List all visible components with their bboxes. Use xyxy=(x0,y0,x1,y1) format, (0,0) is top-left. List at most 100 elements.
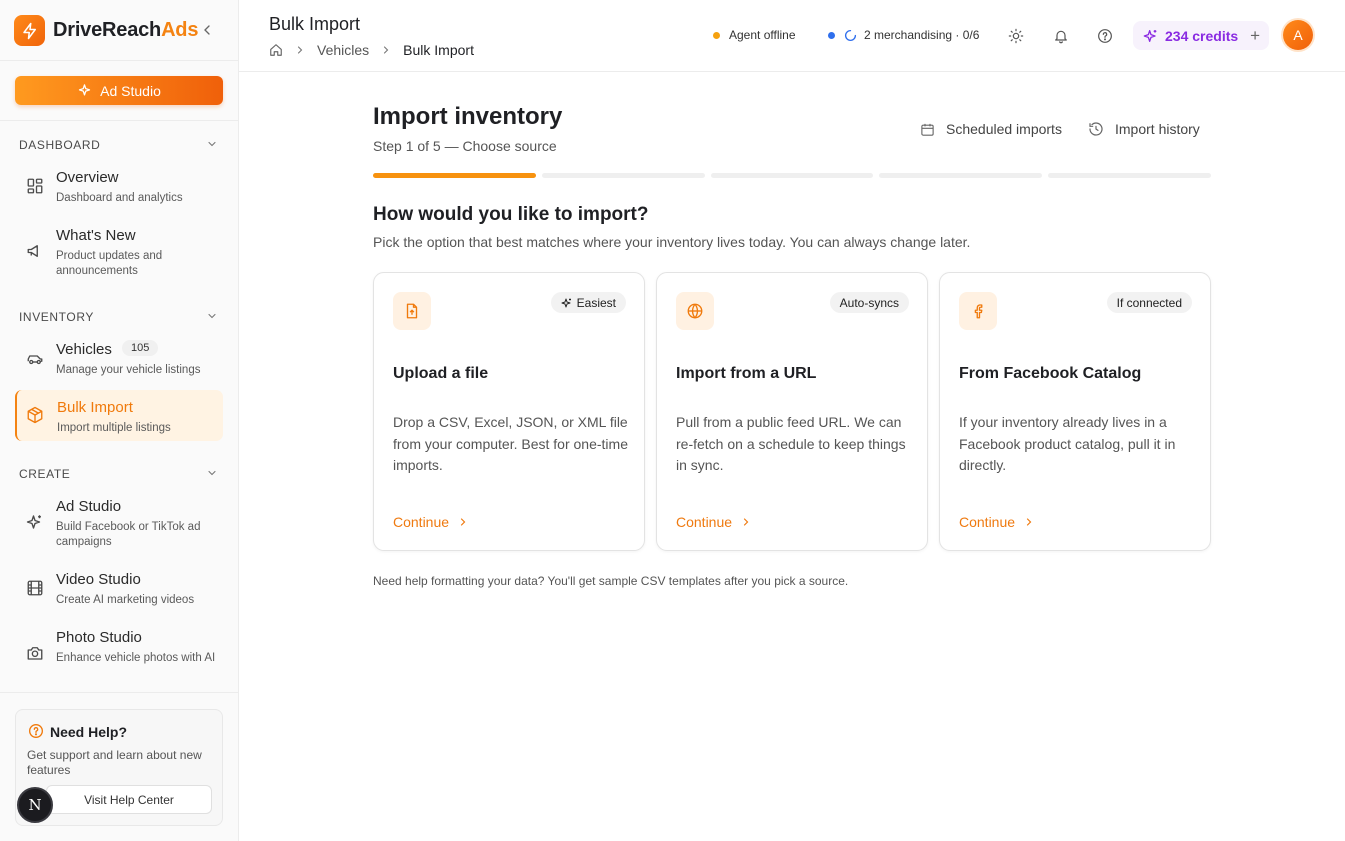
sidebar-item-title: Bulk Import xyxy=(57,399,133,416)
page-title: Bulk Import xyxy=(269,14,361,34)
section-dashboard[interactable]: DASHBOARD xyxy=(19,138,100,152)
card-tag-label: Auto-syncs xyxy=(839,295,899,310)
help-circle-icon xyxy=(28,723,44,739)
sidebar-item-subtitle: Dashboard and analytics xyxy=(56,192,183,204)
camera-icon xyxy=(26,644,44,662)
collapse-sidebar-icon[interactable] xyxy=(199,22,215,38)
continue-button[interactable]: Continue xyxy=(959,514,1035,530)
step-progress-bar xyxy=(373,173,1211,179)
sidebar-item-subtitle: Import multiple listings xyxy=(57,422,171,434)
help-icon[interactable] xyxy=(1097,28,1113,44)
progress-step xyxy=(373,173,536,178)
home-icon[interactable] xyxy=(269,43,283,57)
chevron-down-icon[interactable] xyxy=(206,310,218,322)
spinner-icon xyxy=(844,29,857,41)
merchandising-status[interactable]: 2 merchandising · 0/6 xyxy=(828,28,979,42)
ad-studio-button[interactable]: Ad Studio xyxy=(15,76,223,105)
card-import-url[interactable]: Auto-syncs Import from a URL Pull from a… xyxy=(656,272,928,551)
card-upload-file[interactable]: Easiest Upload a file Drop a CSV, Excel,… xyxy=(373,272,645,551)
sparkle-icon xyxy=(79,84,91,96)
scheduled-imports-link[interactable]: Scheduled imports xyxy=(920,121,1062,137)
sidebar-item-bulk-import[interactable]: Bulk Import Import multiple listings xyxy=(15,390,223,441)
card-facebook-catalog[interactable]: If connected From Facebook Catalog If yo… xyxy=(939,272,1211,551)
sidebar-item-title: Overview xyxy=(56,169,119,186)
sparkle-icon xyxy=(561,298,571,307)
sparkle-icon xyxy=(1143,29,1157,42)
sidebar-item-title: Ad Studio xyxy=(56,498,122,515)
brand-logo-icon xyxy=(14,15,45,46)
sidebar-item-title: Vehicles xyxy=(56,341,112,358)
chevron-right-icon xyxy=(294,44,306,56)
grid-icon xyxy=(26,177,44,195)
breadcrumb-vehicles[interactable]: Vehicles xyxy=(317,42,369,58)
card-description: Drop a CSV, Excel, JSON, or XML file fro… xyxy=(393,414,628,473)
visit-help-center-button[interactable]: Visit Help Center xyxy=(46,785,212,814)
film-icon xyxy=(26,579,44,597)
card-tag: Auto-syncs xyxy=(829,292,909,313)
chevron-right-icon xyxy=(743,518,749,526)
divider xyxy=(0,120,238,121)
help-description: Get support and learn about new features xyxy=(27,748,202,777)
card-description: If your inventory already lives in a Fac… xyxy=(959,414,1176,473)
dev-tools-badge[interactable]: N xyxy=(17,787,53,823)
sidebar-item-overview[interactable]: Overview Dashboard and analytics xyxy=(15,164,223,212)
breadcrumb: Vehicles Bulk Import xyxy=(269,42,474,58)
sidebar: DriveReachAds Ad Studio DASHBOARD Overvi… xyxy=(0,0,239,841)
continue-label: Continue xyxy=(393,514,450,530)
top-header: Bulk Import Vehicles Bulk Import Agent o… xyxy=(239,0,1345,72)
sidebar-item-ad-studio[interactable]: Ad Studio Build Facebook or TikTok ad ca… xyxy=(15,493,223,555)
sidebar-item-whats-new[interactable]: What's New Product updates and announcem… xyxy=(15,222,223,284)
continue-label: Continue xyxy=(676,514,733,530)
credits-label: 234 credits xyxy=(1165,27,1239,44)
sun-icon[interactable] xyxy=(1008,28,1024,44)
chevron-down-icon[interactable] xyxy=(206,467,218,479)
question-heading: How would you like to import? xyxy=(373,204,649,225)
sidebar-item-subtitle: Enhance vehicle photos with AI xyxy=(56,652,216,664)
sidebar-item-title: Video Studio xyxy=(56,571,141,588)
card-title: Import from a URL xyxy=(676,365,817,382)
sidebar-item-vehicles[interactable]: Vehicles 105 Manage your vehicle listing… xyxy=(15,336,223,384)
file-upload-icon xyxy=(393,292,431,330)
package-icon xyxy=(26,406,44,424)
status-dot-icon xyxy=(713,31,720,39)
progress-step xyxy=(541,173,705,178)
footnote: Need help formatting your data? You'll g… xyxy=(373,574,849,588)
progress-step xyxy=(879,173,1043,178)
divider xyxy=(0,60,238,61)
car-icon xyxy=(26,350,44,368)
agent-status[interactable]: Agent offline xyxy=(713,28,796,42)
sidebar-item-video-studio[interactable]: Video Studio Create AI marketing videos xyxy=(15,566,223,614)
calendar-icon xyxy=(921,123,934,136)
card-tag-label: Easiest xyxy=(576,295,616,310)
credits-button[interactable]: 234 credits + xyxy=(1133,21,1269,50)
bell-icon[interactable] xyxy=(1053,28,1069,44)
progress-step xyxy=(710,173,874,178)
continue-button[interactable]: Continue xyxy=(393,514,469,530)
divider xyxy=(0,692,238,693)
status-dot-icon xyxy=(828,31,835,39)
sidebar-item-title: Photo Studio xyxy=(56,629,142,646)
import-title: Import inventory xyxy=(373,103,563,130)
avatar[interactable]: A xyxy=(1283,20,1313,50)
agent-status-label: Agent offline xyxy=(729,28,796,42)
chevron-down-icon[interactable] xyxy=(206,138,218,150)
chevron-right-icon xyxy=(1026,518,1032,526)
card-title: Upload a file xyxy=(393,365,489,382)
brand-name: DriveReachAds xyxy=(53,19,198,42)
section-create[interactable]: CREATE xyxy=(19,467,70,481)
sidebar-item-photo-studio[interactable]: Photo Studio Enhance vehicle photos with… xyxy=(15,624,223,682)
brand-name-part-a: DriveReach xyxy=(53,19,162,41)
history-icon xyxy=(1089,122,1103,136)
chevron-right-icon xyxy=(460,518,466,526)
progress-step xyxy=(1048,173,1211,178)
card-tag-label: If connected xyxy=(1116,295,1182,310)
continue-button[interactable]: Continue xyxy=(676,514,752,530)
question-subtitle: Pick the option that best matches where … xyxy=(373,234,971,250)
section-inventory[interactable]: INVENTORY xyxy=(19,310,94,324)
sidebar-item-subtitle: Build Facebook or TikTok ad campaigns xyxy=(56,521,201,548)
import-history-link[interactable]: Import history xyxy=(1088,121,1200,137)
brand[interactable]: DriveReachAds xyxy=(14,15,198,46)
card-tag: Easiest xyxy=(550,292,626,313)
globe-icon xyxy=(676,292,714,330)
plus-icon[interactable]: + xyxy=(1250,26,1260,46)
